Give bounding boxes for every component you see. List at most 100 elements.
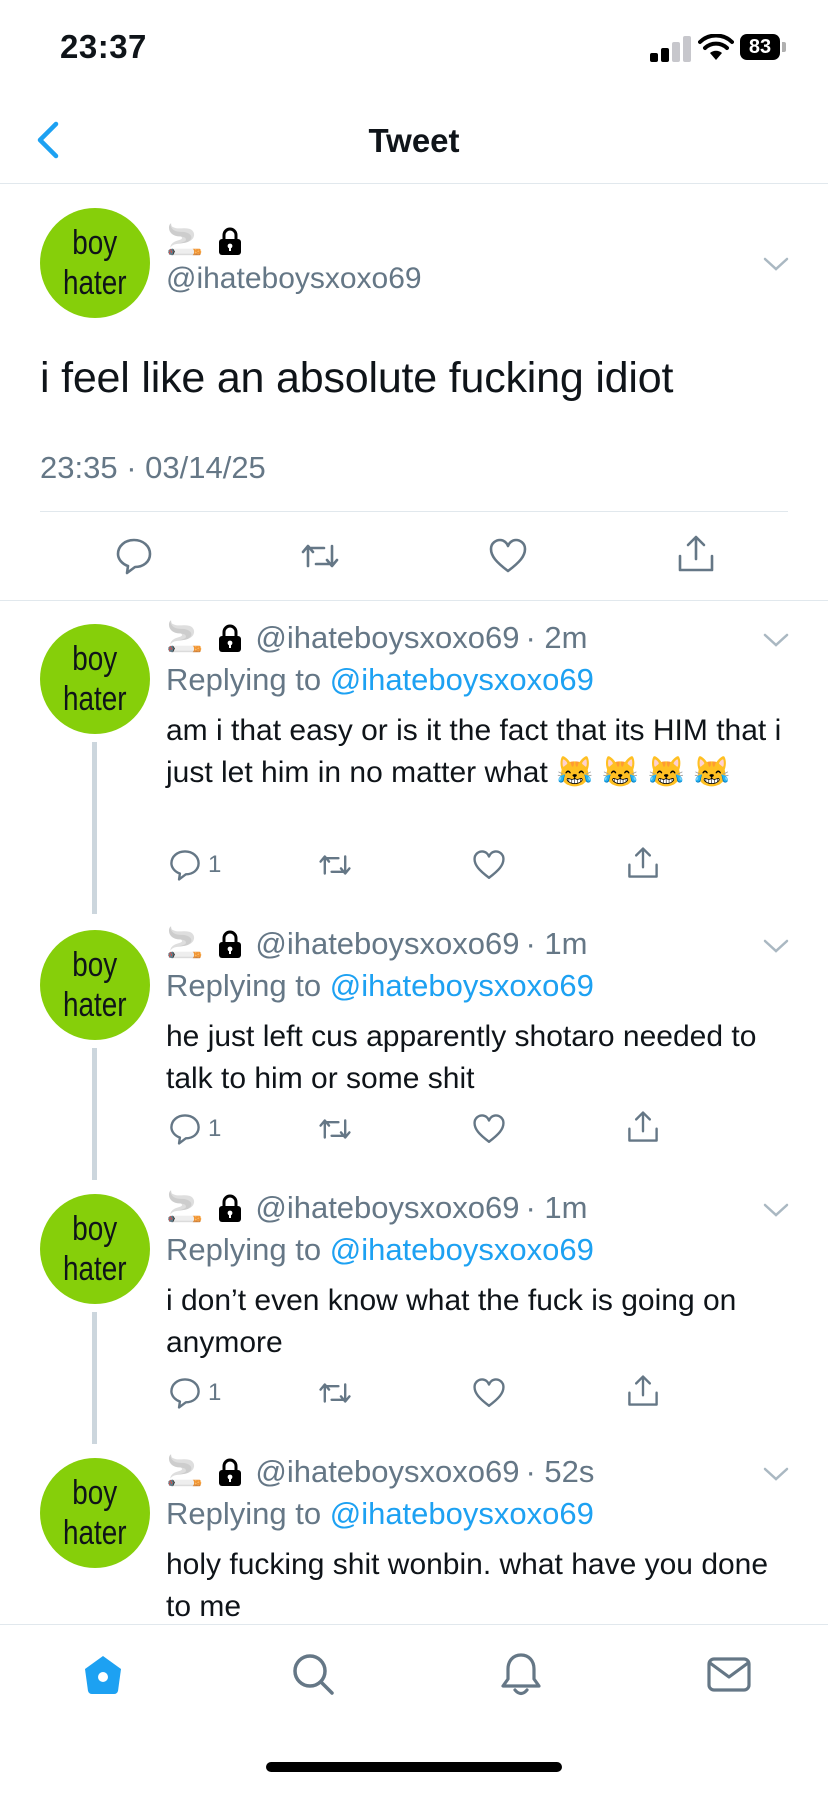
replying-prefix: Replying to xyxy=(166,1496,330,1531)
reply-header: 🚬 @ihateboysxoxo69 · 2m xyxy=(166,620,588,656)
reply-header: 🚬 @ihateboysxoxo69 · 52s xyxy=(166,1454,594,1490)
retweet-icon xyxy=(319,1119,351,1139)
status-time: 23:37 xyxy=(60,28,147,65)
avatar[interactable]: boy hater xyxy=(40,1194,150,1304)
share-icon[interactable] xyxy=(676,534,716,574)
mention-link[interactable]: @ihateboysxoxo69 xyxy=(330,968,594,1003)
thread-line xyxy=(92,742,97,914)
reply-button[interactable]: 1 xyxy=(168,1112,221,1146)
thread-line xyxy=(92,1048,97,1180)
cellular-signal-icon xyxy=(650,36,692,62)
replying-prefix: Replying to xyxy=(166,662,330,697)
avatar-line: boy xyxy=(72,640,118,678)
lock-icon xyxy=(219,930,242,958)
mention-link[interactable]: @ihateboysxoxo69 xyxy=(330,662,594,697)
display-name[interactable]: 🚬 xyxy=(166,224,243,258)
username-handle[interactable]: @ihateboysxoxo69 xyxy=(166,262,422,296)
username-handle[interactable]: @ihateboysxoxo69 xyxy=(255,926,519,962)
cigarette-emoji: 🚬 xyxy=(166,621,204,654)
avatar-line: boy xyxy=(72,1474,118,1512)
username-handle[interactable]: @ihateboysxoxo69 xyxy=(255,620,519,656)
relative-time: · 2m xyxy=(525,620,588,655)
reply-icon[interactable] xyxy=(114,536,154,576)
chevron-down-icon[interactable] xyxy=(762,1464,790,1484)
replying-to: Replying to @ihateboysxoxo69 xyxy=(166,662,594,698)
relative-time: · 52s xyxy=(525,1454,595,1489)
share-icon xyxy=(628,847,658,878)
messages-envelope-icon[interactable] xyxy=(706,1651,752,1697)
like-button[interactable] xyxy=(472,848,506,882)
chevron-down-icon[interactable] xyxy=(762,936,790,956)
reply-button[interactable]: 1 xyxy=(168,1376,221,1410)
reply-tweet[interactable]: boy hater 🚬 @ihateboysxoxo69 · 1m Replyi… xyxy=(0,912,828,1180)
avatar[interactable]: boy hater xyxy=(40,1458,150,1568)
tweet-text: i feel like an absolute fucking idiot xyxy=(40,354,674,402)
reply-icon xyxy=(170,1114,200,1145)
retweet-button[interactable] xyxy=(318,1376,352,1410)
reply-count: 1 xyxy=(208,851,222,878)
thread-line xyxy=(92,1312,97,1444)
reply-count: 1 xyxy=(208,1379,222,1406)
home-indicator[interactable] xyxy=(266,1762,562,1772)
reply-tweet[interactable]: boy hater 🚬 @ihateboysxoxo69 · 1m Replyi… xyxy=(0,1176,828,1444)
replying-to: Replying to @ihateboysxoxo69 xyxy=(166,1496,594,1532)
lock-icon xyxy=(219,1458,242,1486)
divider xyxy=(40,511,788,512)
avatar-line: hater xyxy=(63,1514,127,1552)
mention-link[interactable]: @ihateboysxoxo69 xyxy=(330,1496,594,1531)
search-icon[interactable] xyxy=(290,1651,336,1697)
chevron-down-icon[interactable] xyxy=(762,254,790,274)
avatar[interactable]: boy hater xyxy=(40,624,150,734)
reply-icon xyxy=(170,850,200,881)
reply-tweet[interactable]: boy hater 🚬 @ihateboysxoxo69 · 2m Replyi… xyxy=(0,606,828,914)
lock-icon xyxy=(219,1194,242,1222)
reply-header: 🚬 @ihateboysxoxo69 · 1m xyxy=(166,926,588,962)
retweet-icon xyxy=(319,855,351,875)
replying-to: Replying to @ihateboysxoxo69 xyxy=(166,1232,594,1268)
avatar-line: hater xyxy=(63,1250,127,1288)
reply-icon xyxy=(170,1378,200,1409)
status-bar: 23:37 83 xyxy=(0,0,828,100)
avatar[interactable]: boy hater xyxy=(40,208,150,318)
avatar-line: boy xyxy=(72,946,118,984)
mention-link[interactable]: @ihateboysxoxo69 xyxy=(330,1232,594,1267)
like-heart-icon xyxy=(473,1114,505,1143)
notifications-bell-icon[interactable] xyxy=(498,1651,544,1697)
replying-to: Replying to @ihateboysxoxo69 xyxy=(166,968,594,1004)
chevron-down-icon[interactable] xyxy=(762,630,790,650)
retweet-icon xyxy=(319,1383,351,1403)
share-icon xyxy=(628,1375,658,1406)
replying-prefix: Replying to xyxy=(166,1232,330,1267)
avatar[interactable]: boy hater xyxy=(40,930,150,1040)
cigarette-emoji: 🚬 xyxy=(166,927,204,960)
retweet-button[interactable] xyxy=(318,1112,352,1146)
lock-icon xyxy=(219,227,242,255)
page-title: Tweet xyxy=(368,122,460,159)
chevron-down-icon[interactable] xyxy=(762,1200,790,1220)
reply-button[interactable]: 1 xyxy=(168,848,221,882)
like-heart-icon[interactable] xyxy=(488,536,528,576)
cigarette-emoji: 🚬 xyxy=(166,1455,204,1488)
tweet-text: holy fucking shit wonbin. what have you … xyxy=(166,1548,769,1623)
retweet-button[interactable] xyxy=(318,848,352,882)
home-icon[interactable] xyxy=(80,1651,126,1697)
retweet-icon[interactable] xyxy=(300,536,340,576)
relative-time: · 1m xyxy=(525,926,588,961)
like-button[interactable] xyxy=(472,1112,506,1146)
tweet-text: i don’t even know what the fuck is going… xyxy=(166,1284,737,1359)
tweet-text: am i that easy or is it the fact that it… xyxy=(166,714,782,789)
reply-tweet[interactable]: boy hater 🚬 @ihateboysxoxo69 · 52s Reply… xyxy=(0,1440,828,1624)
avatar-line: boy xyxy=(72,224,118,262)
like-button[interactable] xyxy=(472,1376,506,1410)
username-handle[interactable]: @ihateboysxoxo69 xyxy=(255,1454,519,1490)
share-button[interactable] xyxy=(626,1374,660,1408)
navigation-header: Tweet xyxy=(0,100,828,184)
wifi-icon xyxy=(698,34,734,60)
share-button[interactable] xyxy=(626,846,660,880)
username-handle[interactable]: @ihateboysxoxo69 xyxy=(255,1190,519,1226)
tweet-timestamp: 23:35 · 03/14/25 xyxy=(40,450,266,485)
replying-prefix: Replying to xyxy=(166,968,330,1003)
share-button[interactable] xyxy=(626,1110,660,1144)
avatar-line: hater xyxy=(63,986,127,1024)
battery-level: 83 xyxy=(740,34,780,60)
